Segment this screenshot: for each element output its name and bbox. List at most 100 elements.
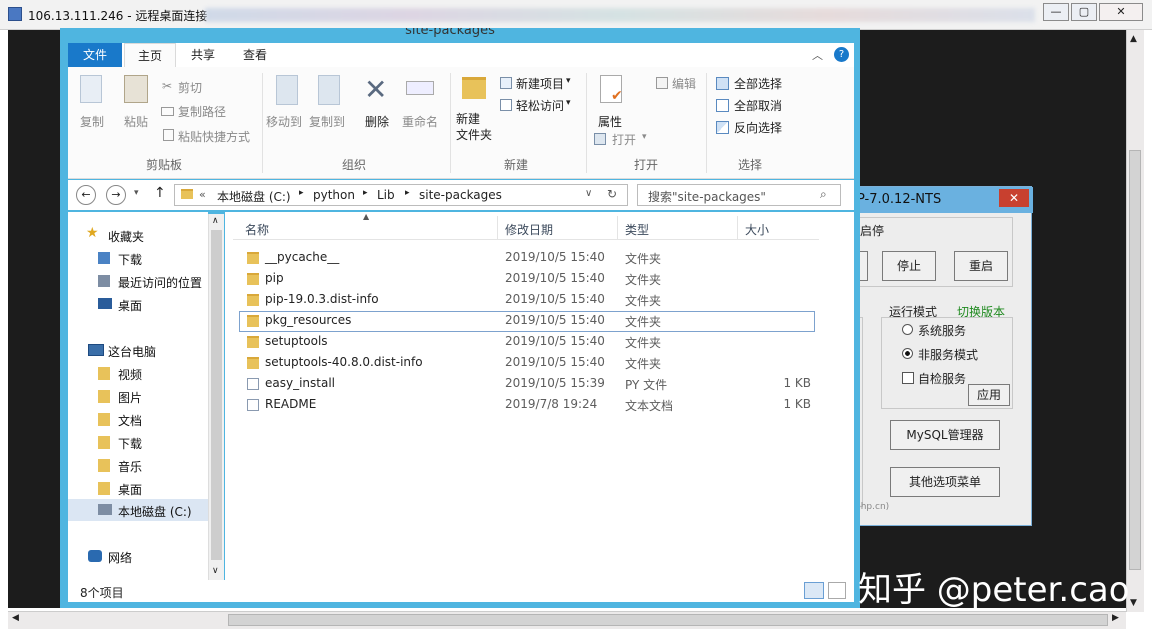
details-view-icon[interactable] [804,582,824,599]
php-close-button[interactable]: ✕ [999,189,1029,207]
select-all-button[interactable]: 全部选择 [734,75,782,92]
nav-scroll-thumb[interactable] [211,230,222,560]
select-none-button[interactable]: 全部取消 [734,97,782,114]
search-input[interactable]: 搜索"site-packages" [648,188,766,205]
paste-button[interactable]: 粘贴 [124,113,148,130]
rename-button[interactable]: 重命名 [402,113,438,130]
paste-shortcut-button[interactable]: 粘贴快捷方式 [178,128,250,145]
open-button[interactable]: 打开 [612,131,636,148]
column-divider [497,216,498,240]
nav-pictures[interactable]: 图片 [118,389,142,406]
invert-selection-button[interactable]: 反向选择 [734,119,782,136]
close-button[interactable]: ✕ [1099,3,1143,21]
copy-path-button[interactable]: 复制路径 [178,103,226,120]
breadcrumb-item[interactable]: 本地磁盘 (C:) [217,188,291,205]
dropdown-arrow-icon[interactable]: ▾ [566,76,571,86]
scroll-left-arrow-icon[interactable]: ◀ [12,613,19,623]
nav-fav-desktop[interactable]: 桌面 [118,297,142,314]
refresh-icon[interactable]: ↻ [607,187,617,201]
cell-type: 文件夹 [625,315,662,329]
scroll-down-arrow-icon[interactable]: ▼ [1130,598,1137,608]
nav-downloads[interactable]: 下载 [118,435,142,452]
stop-button[interactable]: 停止 [882,251,936,281]
breadcrumb-separator-icon[interactable]: ▸ [363,188,368,198]
recent-locations-arrow-icon[interactable]: ▾ [134,188,139,198]
column-name[interactable]: 名称 [245,221,269,238]
new-item-button[interactable]: 新建项目 [516,75,564,92]
nav-scrollbar[interactable]: ∧ ∨ [208,214,224,580]
self-check-checkbox[interactable] [902,372,914,384]
explorer-title: site-packages [405,28,495,38]
column-type[interactable]: 类型 [625,221,649,238]
scroll-up-arrow-icon[interactable]: ∧ [212,216,219,226]
nav-fav-downloads[interactable]: 下载 [118,251,142,268]
dropdown-arrow-icon[interactable]: ▾ [642,132,647,142]
forward-button[interactable]: → [106,185,126,205]
search-icon[interactable]: ⌕ [820,187,827,202]
breadcrumb-item[interactable]: site-packages [419,188,502,202]
copy-to-button[interactable]: 复制到 [309,113,345,130]
scroll-up-arrow-icon[interactable]: ▲ [1130,34,1137,44]
cut-button[interactable]: 剪切 [178,79,202,96]
back-button[interactable]: ← [76,185,96,205]
breadcrumb-separator-icon[interactable]: ▸ [299,188,304,198]
help-icon[interactable]: ? [834,47,849,62]
collapse-ribbon-icon[interactable]: ︿ [812,47,823,63]
ribbon: 复制 粘贴 ✂ 剪切 复制路径 粘贴快捷方式 剪贴板 移动到 复制到 ✕ 删除 … [68,67,854,179]
cell-type: 文件夹 [625,336,662,350]
apply-button[interactable]: 应用 [968,384,1010,406]
ribbon-tabs: 文件 主页 共享 查看 ︿ ? [68,43,854,67]
search-box[interactable]: 搜索"site-packages" ⌕ [637,184,841,206]
non-service-radio[interactable] [902,348,913,359]
properties-icon: ✔ [600,75,623,104]
minimize-button[interactable]: — [1043,3,1069,21]
navigation-pane: ★ 收藏夹 下载 最近访问的位置 桌面 这台电脑 视频 图片 文档 下载 音乐 … [68,212,208,582]
properties-button[interactable]: 属性 [598,113,622,130]
scroll-down-arrow-icon[interactable]: ∨ [212,566,219,576]
column-date[interactable]: 修改日期 [505,221,553,238]
large-icons-view-icon[interactable] [828,582,846,599]
horizontal-scroll-thumb[interactable] [228,614,1108,626]
nav-documents[interactable]: 文档 [118,412,142,429]
start-stop-group: 启停 停止 重启 [855,217,1013,287]
vertical-scroll-thumb[interactable] [1129,150,1141,570]
nav-videos[interactable]: 视频 [118,366,142,383]
tab-share[interactable]: 共享 [178,43,228,67]
nav-favorites[interactable]: 收藏夹 [108,228,144,245]
tab-view[interactable]: 查看 [230,43,280,67]
column-size[interactable]: 大小 [745,221,769,238]
overflow-chevron-icon[interactable]: « [199,188,206,201]
easy-access-button[interactable]: 轻松访问 [516,97,564,114]
tab-home[interactable]: 主页 [124,43,176,67]
breadcrumb-item[interactable]: Lib [377,188,395,202]
delete-button[interactable]: 删除 [365,113,389,130]
scroll-right-arrow-icon[interactable]: ▶ [1112,613,1119,623]
music-icon [98,459,110,472]
nav-music[interactable]: 音乐 [118,458,142,475]
up-button[interactable]: ↑ [154,185,166,201]
tab-file[interactable]: 文件 [68,43,122,67]
group-organize-label: 组织 [342,158,367,172]
edit-button[interactable]: 编辑 [672,75,696,92]
breadcrumb-item[interactable]: python [313,188,355,202]
nav-this-pc[interactable]: 这台电脑 [108,343,156,360]
folder-icon [247,294,259,306]
other-options-button[interactable]: 其他选项菜单 [890,467,1000,497]
nav-fav-recent[interactable]: 最近访问的位置 [118,274,202,291]
restart-button[interactable]: 重启 [954,251,1008,281]
sys-service-radio[interactable] [902,324,913,335]
dropdown-arrow-icon[interactable]: ▾ [566,98,571,108]
mysql-manager-button[interactable]: MySQL管理器 [890,420,1000,450]
address-dropdown-icon[interactable]: ∨ [585,188,592,199]
documents-icon [98,413,110,426]
file-icon [247,378,259,390]
copy-button[interactable]: 复制 [80,113,104,130]
nav-desktop[interactable]: 桌面 [118,481,142,498]
nav-network[interactable]: 网络 [108,549,132,566]
breadcrumb-separator-icon[interactable]: ▸ [405,188,410,198]
nav-local-disk[interactable]: 本地磁盘 (C:) [118,503,192,520]
maximize-button[interactable]: ▢ [1071,3,1097,21]
new-folder-button[interactable]: 新建 文件夹 [456,111,496,143]
move-to-button[interactable]: 移动到 [266,113,302,130]
address-box[interactable]: « 本地磁盘 (C:) ▸ python ▸ Lib ▸ site-packag… [174,184,628,206]
